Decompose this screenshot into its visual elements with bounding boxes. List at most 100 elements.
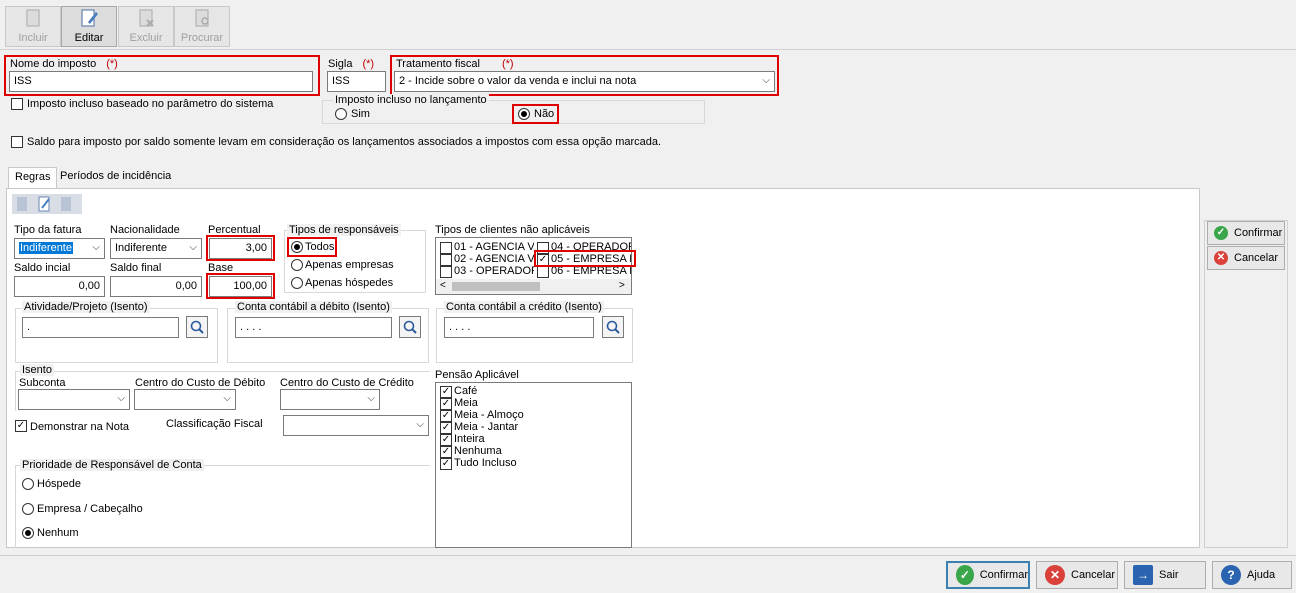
pensao-title: Pensão Aplicável [435, 369, 519, 381]
conta-debito-input[interactable]: . . . . [235, 317, 392, 338]
classificacao-label: Classificação Fiscal [166, 418, 263, 430]
classificacao-select[interactable]: ⌵ [283, 415, 429, 436]
saldo-final-label: Saldo final [110, 262, 162, 274]
list-item: 03 - OPERADORA [454, 265, 534, 277]
list-item: Meia - Jantar [454, 421, 519, 433]
scroll-right-icon[interactable]: > [619, 280, 625, 291]
exit-icon: → [1133, 565, 1153, 585]
list-item: Nenhuma [454, 445, 502, 457]
lancamento-title: Imposto incluso no lançamento [333, 94, 489, 106]
saldo-inicial-input[interactable]: 0,00 [14, 276, 105, 297]
incluir-button[interactable]: Incluir [5, 6, 61, 47]
new-document-icon [26, 9, 40, 27]
conta-credito-title: Conta contábil a crédito (Isento) [444, 301, 604, 313]
edit-document-icon [81, 9, 98, 27]
prioridade-title: Prioridade de Responsável de Conta [20, 459, 204, 471]
pensao-meia-jantar-checkbox[interactable]: ✓ [440, 422, 452, 434]
atividade-input[interactable]: . [22, 317, 179, 338]
cancelar-button[interactable]: ✕ Cancelar [1036, 561, 1118, 589]
pensao-cafe-checkbox[interactable]: ✓ [440, 386, 452, 398]
demonstrar-label: Demonstrar na Nota [30, 421, 130, 433]
nenhum-radio[interactable] [22, 527, 34, 539]
atividade-title: Atividade/Projeto (Isento) [22, 301, 150, 313]
imposto-incluso-label: Imposto incluso baseado no parâmetro do … [27, 98, 274, 110]
atividade-search-button[interactable] [186, 316, 208, 338]
pensao-meia-almoco-checkbox[interactable]: ✓ [440, 410, 452, 422]
chevron-down-icon: ⌵ [189, 242, 197, 253]
highlight-base [206, 273, 275, 299]
nenhum-label: Nenhum [37, 527, 79, 539]
close-icon: ✕ [1214, 251, 1228, 265]
pensao-list[interactable]: ✓ Café ✓ Meia ✓ Meia - Almoço ✓ Meia - J… [435, 382, 632, 548]
pensao-nenhuma-checkbox[interactable]: ✓ [440, 446, 452, 458]
chevron-down-icon: ⌵ [367, 393, 375, 404]
search-icon [190, 320, 204, 334]
saldo-final-input[interactable]: 0,00 [110, 276, 202, 297]
cliente-03-checkbox[interactable] [440, 266, 452, 278]
sim-radio[interactable] [335, 108, 347, 120]
conta-debito-search-button[interactable] [399, 316, 421, 338]
tab-regras[interactable]: Regras [8, 167, 58, 189]
centro-debito-label: Centro do Custo de Débito [135, 377, 266, 389]
subconta-label: Subconta [19, 377, 66, 389]
conta-credito-input[interactable]: . . . . [444, 317, 594, 338]
list-item: Meia - Almoço [454, 409, 524, 421]
delete-icon [61, 197, 71, 211]
apenas-empresas-label: Apenas empresas [305, 259, 394, 271]
empresa-radio[interactable] [22, 503, 34, 515]
saldo-checkbox[interactable] [11, 136, 23, 148]
sair-button[interactable]: → Sair [1124, 561, 1206, 589]
pensao-tudo-checkbox[interactable]: ✓ [440, 458, 452, 470]
excluir-button[interactable]: Excluir [118, 6, 174, 47]
conta-credito-search-button[interactable] [602, 316, 624, 338]
chevron-down-icon: ⌵ [223, 393, 231, 404]
highlight-nao [512, 104, 559, 124]
chevron-down-icon: ⌵ [416, 419, 424, 430]
apenas-hospedes-radio[interactable] [291, 277, 303, 289]
tipo-fatura-select[interactable]: Indiferente ⌵ [14, 238, 105, 259]
editar-label: Editar [74, 32, 104, 44]
hospede-radio[interactable] [22, 478, 34, 490]
nacionalidade-label: Nacionalidade [110, 224, 180, 236]
demonstrar-checkbox[interactable]: ✓ [15, 420, 27, 432]
search-icon [403, 320, 417, 334]
ajuda-button[interactable]: ? Ajuda [1212, 561, 1292, 589]
edit-icon [38, 196, 50, 212]
panel-toolbar [12, 194, 82, 214]
cliente-02-checkbox[interactable] [440, 254, 452, 266]
cliente-06-checkbox[interactable] [537, 266, 549, 278]
pensao-meia-checkbox[interactable]: ✓ [440, 398, 452, 410]
scroll-left-icon[interactable]: < [440, 280, 446, 291]
editar-button[interactable]: Editar [61, 6, 117, 47]
tab-periodos[interactable]: Períodos de incidência [54, 167, 177, 188]
isento-title: Isento [20, 364, 54, 376]
chevron-down-icon: ⌵ [92, 242, 100, 253]
saldo-label: Saldo para imposto por saldo somente lev… [27, 136, 662, 148]
check-icon: ✓ [956, 565, 974, 585]
list-item: Meia [454, 397, 478, 409]
add-icon [17, 197, 27, 211]
sigla-label: Sigla (*) [328, 58, 375, 70]
nacionalidade-select[interactable]: Indiferente ⌵ [110, 238, 202, 259]
list-item: Café [454, 385, 478, 397]
scrollbar-thumb[interactable] [452, 282, 540, 291]
centro-debito-select[interactable]: ⌵ [134, 389, 236, 410]
cliente-01-checkbox[interactable] [440, 242, 452, 254]
pensao-inteira-checkbox[interactable]: ✓ [440, 434, 452, 446]
side-confirmar-button[interactable]: ✓ Confirmar [1207, 221, 1285, 245]
horizontal-scrollbar[interactable]: < > [436, 279, 631, 294]
chevron-down-icon: ⌵ [117, 393, 125, 404]
imposto-incluso-checkbox[interactable] [11, 98, 23, 110]
tipos-resp-title: Tipos de responsáveis [287, 224, 401, 236]
subconta-select[interactable]: ⌵ [18, 389, 130, 410]
confirmar-button[interactable]: ✓ Confirmar [946, 561, 1030, 589]
side-cancelar-button[interactable]: ✕ Cancelar [1207, 246, 1285, 270]
list-item: 02 - AGENCIA VIA [454, 253, 534, 265]
centro-credito-select[interactable]: ⌵ [280, 389, 380, 410]
sim-label: Sim [351, 108, 370, 120]
highlight-tratamento [390, 55, 779, 96]
sigla-input[interactable]: ISS [327, 71, 386, 92]
highlight-empresa [534, 250, 636, 267]
procurar-button[interactable]: Procurar [174, 6, 230, 47]
apenas-empresas-radio[interactable] [291, 259, 303, 271]
